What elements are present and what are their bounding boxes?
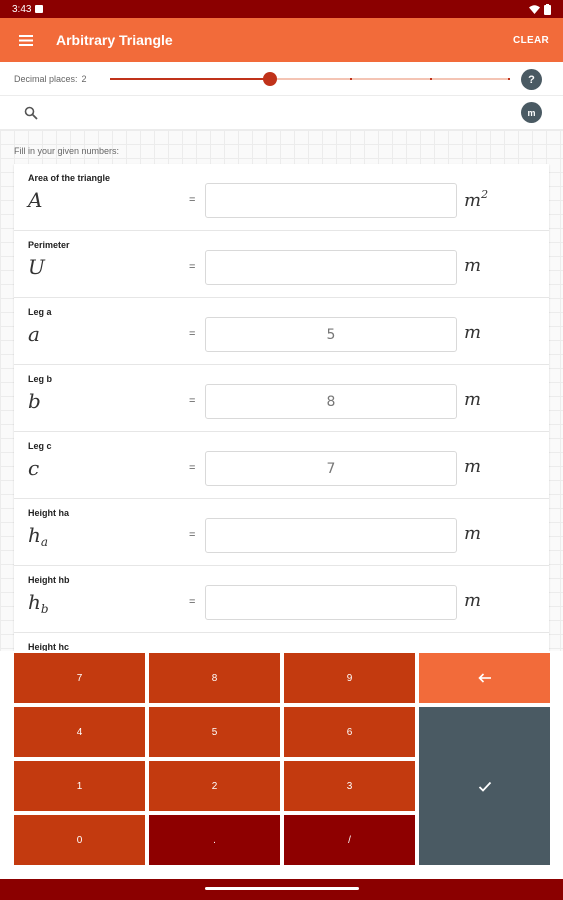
row-perimeter: Perimeter U = m [14, 231, 549, 298]
checkmark-icon [478, 781, 491, 792]
status-bar: 3:43 [0, 0, 563, 18]
slider-tick [190, 78, 192, 80]
key-7[interactable]: 7 [14, 653, 145, 703]
input-card: Area of the triangle A = m2 Perimeter U … [14, 164, 549, 651]
enter-button[interactable] [419, 707, 550, 865]
fill-in-label: Fill in your given numbers: [14, 146, 120, 156]
row-height-hc: Height hc hc = m [14, 633, 549, 651]
key-1[interactable]: 1 [14, 761, 145, 811]
row-equals: = [189, 596, 196, 608]
leg-c-input[interactable]: 7 [205, 451, 457, 486]
row-unit: m [464, 389, 482, 410]
app-bar: Arbitrary Triangle CLEAR [0, 18, 563, 62]
row-label: Area of the triangle [28, 173, 111, 183]
row-label: Perimeter [28, 240, 70, 250]
row-symbol: ha [28, 523, 48, 549]
content-area: Fill in your given numbers: Area of the … [0, 130, 563, 651]
symbol-subscript: a [40, 535, 49, 549]
leg-a-input[interactable]: 5 [205, 317, 457, 352]
row-unit: m [464, 523, 482, 544]
row-label: Height hc [28, 642, 70, 651]
notification-icon [35, 5, 44, 13]
row-height-hb: Height hb hb = m [14, 566, 549, 633]
decimal-places-slider[interactable] [110, 72, 510, 86]
row-equals: = [189, 529, 196, 541]
unit-button[interactable]: m [521, 102, 542, 123]
row-equals: = [189, 261, 196, 273]
row-symbol: hb [28, 590, 49, 616]
symbol-subscript: b [40, 602, 49, 616]
row-unit: m2 [464, 188, 488, 211]
battery-icon [544, 3, 551, 15]
key-8[interactable]: 8 [149, 653, 280, 703]
row-equals: = [189, 462, 196, 474]
row-leg-b: Leg b b = 8 m [14, 365, 549, 432]
leg-b-input[interactable]: 8 [205, 384, 457, 419]
height-hb-input[interactable] [205, 585, 457, 620]
row-equals: = [189, 395, 196, 407]
row-label: Height ha [28, 508, 70, 518]
slider-tick [350, 78, 352, 80]
help-button[interactable]: ? [521, 69, 542, 90]
row-unit: m [464, 590, 482, 611]
search-row: m [0, 96, 563, 130]
hamburger-menu-icon [19, 34, 33, 46]
decimal-places-row: Decimal places: 2 ? [0, 62, 563, 96]
key-4[interactable]: 4 [14, 707, 145, 757]
row-label: Leg c [28, 441, 52, 451]
menu-button[interactable] [0, 18, 52, 62]
row-symbol: a [28, 322, 40, 346]
key-decimal-point[interactable]: . [149, 815, 280, 865]
status-icons [529, 3, 551, 15]
row-height-ha: Height ha ha = m [14, 499, 549, 566]
row-symbol: b [28, 389, 41, 413]
backspace-button[interactable] [419, 653, 550, 703]
clear-button[interactable]: CLEAR [513, 35, 549, 46]
slider-tick [110, 78, 112, 80]
slider-thumb[interactable] [263, 72, 277, 86]
backspace-arrow-icon [477, 673, 491, 683]
row-equals: = [189, 328, 196, 340]
symbol-base: h [28, 523, 41, 547]
row-unit: m [464, 255, 482, 276]
key-9[interactable]: 9 [284, 653, 415, 703]
row-leg-a: Leg a a = 5 m [14, 298, 549, 365]
row-area: Area of the triangle A = m2 [14, 164, 549, 231]
row-leg-c: Leg c c = 7 m [14, 432, 549, 499]
key-3[interactable]: 3 [284, 761, 415, 811]
status-time: 3:43 [12, 3, 32, 15]
decimal-places-label: Decimal places: [14, 73, 78, 84]
slider-tick [508, 78, 510, 80]
symbol-base: h [28, 590, 41, 614]
numeric-keypad: 7 8 9 4 5 6 1 2 3 0 . / [0, 651, 563, 879]
key-0[interactable]: 0 [14, 815, 145, 865]
key-2[interactable]: 2 [149, 761, 280, 811]
area-input[interactable] [205, 183, 457, 218]
height-ha-input[interactable] [205, 518, 457, 553]
wifi-icon [529, 4, 540, 14]
key-5[interactable]: 5 [149, 707, 280, 757]
search-icon[interactable] [24, 106, 38, 120]
row-equals: = [189, 194, 196, 206]
home-gesture-handle[interactable] [205, 887, 359, 890]
row-unit: m [464, 322, 482, 343]
key-6[interactable]: 6 [284, 707, 415, 757]
row-label: Height hb [28, 575, 70, 585]
row-symbol: c [28, 456, 40, 480]
row-symbol: U [28, 255, 45, 279]
row-unit: m [464, 456, 482, 477]
key-fraction[interactable]: / [284, 815, 415, 865]
navigation-bar [0, 879, 563, 900]
slider-tick [430, 78, 432, 80]
row-label: Leg a [28, 307, 52, 317]
page-title: Arbitrary Triangle [56, 32, 173, 48]
row-label: Leg b [28, 374, 52, 384]
perimeter-input[interactable] [205, 250, 457, 285]
decimal-places-value: 2 [81, 73, 87, 84]
row-symbol: A [28, 188, 43, 212]
unit-symbol: m [464, 190, 482, 211]
unit-exponent: 2 [481, 188, 489, 201]
